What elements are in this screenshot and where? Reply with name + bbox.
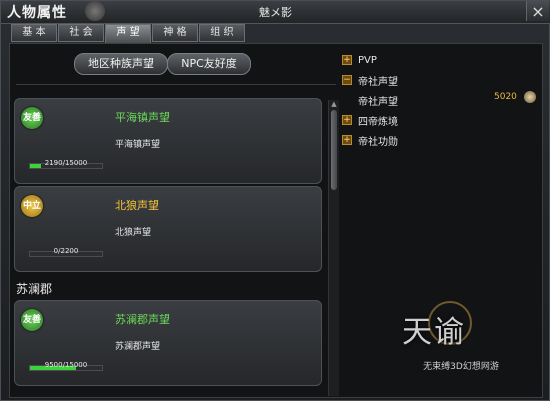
tree-item-label: 帝社声望 — [358, 76, 398, 88]
reputation-subtitle: 苏澜郡声望 — [115, 342, 161, 352]
friendly-badge: 友善 — [21, 107, 43, 129]
progress-text: 9500/15000 — [44, 361, 88, 369]
tab-social[interactable]: 社 会 — [58, 24, 104, 42]
tab-reputation[interactable]: 声 望 — [105, 24, 151, 44]
region-race-reputation-button[interactable]: 地区种族声望 — [74, 53, 168, 75]
reputation-title: 苏澜郡声望 — [115, 313, 170, 326]
reputation-title: 平海镇声望 — [115, 111, 170, 124]
title-bar[interactable]: 人物属性 魅メ影 × — [1, 1, 550, 24]
expand-icon[interactable]: + — [342, 115, 352, 125]
tree-item-label: 四帝炼境 — [358, 116, 398, 128]
reputation-title: 北狼声望 — [115, 199, 159, 212]
close-button[interactable]: × — [526, 1, 549, 21]
tree-item-pvp[interactable]: + PVP — [342, 52, 377, 68]
character-name: 魅メ影 — [259, 6, 292, 19]
tab-bar: 基 本 社 会 声 望 神 格 组 织 — [11, 24, 246, 44]
npc-friendliness-button[interactable]: NPC友好度 — [167, 53, 251, 75]
character-attributes-window: 人物属性 魅メ影 × 基 本 社 会 声 望 神 格 组 织 地区种族声望 NP… — [0, 0, 550, 401]
list-scrollbar[interactable]: ▲ — [328, 100, 339, 396]
reputation-progress-bar: 2190/15000 — [29, 159, 103, 169]
progress-text: 2190/15000 — [44, 159, 88, 167]
scroll-thumb[interactable] — [331, 110, 337, 190]
logo-slogan: 无束缚3D幻想网游 — [423, 362, 499, 372]
tab-organization[interactable]: 组 织 — [199, 24, 245, 42]
region-heading: 苏澜郡 — [16, 282, 53, 296]
expand-icon[interactable]: + — [342, 135, 352, 145]
tree-item-imperial-reputation[interactable]: − 帝社声望 — [342, 72, 398, 88]
tab-basic[interactable]: 基 本 — [11, 24, 57, 42]
tree-item-label: PVP — [358, 54, 377, 66]
reputation-progress-bar: 9500/15000 — [29, 361, 103, 371]
reputation-card[interactable]: 中立 北狼声望 北狼声望 0/2200 — [14, 186, 322, 272]
tree-child-imperial-reputation[interactable]: 帝社声望 5020 — [358, 91, 538, 108]
logo-text: 天谕 — [402, 315, 466, 350]
reputation-coin-icon — [524, 91, 536, 103]
reputation-card[interactable]: 友善 平海镇声望 平海镇声望 2190/15000 — [14, 98, 322, 184]
reputation-value: 5020 — [494, 92, 517, 102]
neutral-badge: 中立 — [21, 195, 43, 217]
divider — [16, 84, 336, 85]
tree-item-label: 帝社功勋 — [358, 136, 398, 148]
tab-divinity[interactable]: 神 格 — [152, 24, 198, 42]
tree-item-four-emperors[interactable]: + 四帝炼境 — [342, 112, 398, 128]
reputation-progress-bar: 0/2200 — [29, 247, 103, 257]
friendly-badge: 友善 — [21, 309, 43, 331]
emblem-icon — [85, 1, 105, 21]
reputation-card[interactable]: 友善 苏澜郡声望 苏澜郡声望 9500/15000 — [14, 300, 322, 386]
collapse-icon[interactable]: − — [342, 75, 352, 85]
reputation-subtitle: 北狼声望 — [115, 228, 152, 238]
reputation-subtitle: 平海镇声望 — [115, 140, 161, 150]
expand-icon[interactable]: + — [342, 55, 352, 65]
scroll-up-arrow-icon[interactable]: ▲ — [329, 100, 339, 108]
game-logo: 天谕 无束缚3D幻想网游 — [386, 301, 536, 372]
reputation-list-pane: 地区种族声望 NPC友好度 友善 平海镇声望 平海镇声望 2190/15000 … — [10, 44, 340, 397]
window-title: 人物属性 — [7, 5, 67, 21]
progress-text: 0/2200 — [53, 247, 79, 255]
tree-item-imperial-merit[interactable]: + 帝社功勋 — [342, 132, 398, 148]
tree-child-label: 帝社声望 — [358, 96, 398, 108]
